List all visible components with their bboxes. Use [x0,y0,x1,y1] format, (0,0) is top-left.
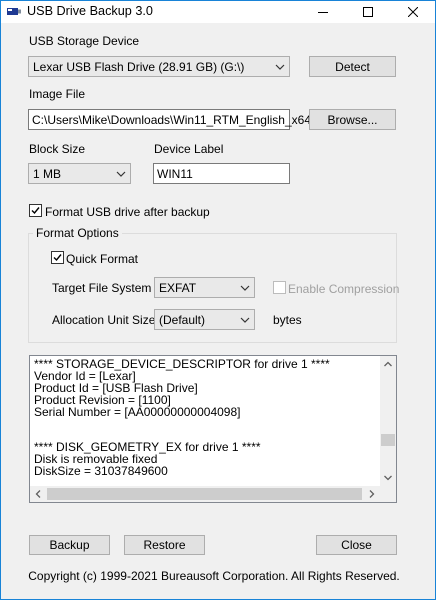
target-fs-label: Target File System [52,281,152,295]
allocation-unit-label: Allocation Unit Size [52,313,156,327]
block-size-value: 1 MB [33,167,62,181]
format-options-title: Format Options [33,226,122,240]
device-label-label: Device Label [154,142,224,156]
chevron-down-icon [240,317,250,323]
app-window: USB Drive Backup 3.0 USB Storage Device … [0,0,436,600]
restore-button[interactable]: Restore [124,535,205,555]
log-lines: **** STORAGE_DEVICE_DESCRIPTOR for drive… [34,359,380,485]
target-fs-value: EXFAT [159,281,197,295]
chevron-down-icon [275,64,285,70]
scrollbar-corner [380,486,396,502]
scroll-down-icon[interactable] [380,470,396,486]
chevron-down-icon [116,171,126,177]
log-line: Serial Number = [AA00000000004098] [34,404,241,419]
minimize-icon [317,12,328,13]
chevron-down-icon [240,285,250,291]
scroll-left-icon[interactable] [30,486,46,502]
allocation-unit-value: (Default) [159,313,206,327]
scroll-up-icon[interactable] [380,356,396,372]
detect-button[interactable]: Detect [309,56,396,77]
image-file-label: Image File [29,87,86,101]
format-after-backup-label: Format USB drive after backup [45,205,210,219]
horizontal-scroll-thumb[interactable] [47,488,362,500]
usb-device-value: Lexar USB Flash Drive (28.91 GB) (G:\) [33,60,245,74]
block-size-select[interactable]: 1 MB [28,163,131,184]
quick-format-label: Quick Format [66,252,139,266]
allocation-unit-select[interactable]: (Default) [154,309,255,330]
image-file-path: C:\Users\Mike\Downloads\Win11_RTM_Englis… [32,113,330,127]
target-fs-select[interactable]: EXFAT [154,277,255,298]
log-line: DiskSize = 31037849600 [34,464,168,479]
enable-compression-label: Enable Compression [288,282,400,296]
maximize-button[interactable] [345,1,390,23]
block-size-label: Block Size [29,142,86,156]
usb-drive-icon [7,8,21,15]
allocation-unit-suffix: bytes [273,313,302,327]
minimize-button[interactable] [300,1,345,23]
device-label-value: WIN11 [157,167,193,181]
maximize-icon [362,7,373,17]
enable-compression-checkbox[interactable] [273,281,286,294]
copyright-text: Copyright (c) 1999-2021 Bureausoft Corpo… [28,569,400,583]
close-button[interactable]: Close [316,535,397,555]
scroll-right-icon[interactable] [364,486,380,502]
vertical-scroll-thumb[interactable] [381,434,395,446]
usb-device-select[interactable]: Lexar USB Flash Drive (28.91 GB) (G:\) [28,56,290,77]
backup-button[interactable]: Backup [29,535,110,555]
browse-button[interactable]: Browse... [309,109,396,130]
horizontal-scrollbar[interactable] [30,486,380,502]
device-label-input[interactable]: WIN11 [153,163,290,184]
window-title: USB Drive Backup 3.0 [27,4,153,18]
vertical-scrollbar[interactable] [380,356,396,486]
log-output[interactable]: **** STORAGE_DEVICE_DESCRIPTOR for drive… [29,355,397,503]
quick-format-checkbox[interactable] [51,251,64,264]
usb-device-label: USB Storage Device [29,34,140,48]
close-icon [407,7,418,17]
title-bar[interactable]: USB Drive Backup 3.0 [1,1,435,23]
checkmark-icon [31,207,40,215]
checkmark-icon [53,254,62,262]
close-window-button[interactable] [390,1,435,23]
format-after-backup-checkbox[interactable] [29,204,42,217]
image-file-input[interactable]: C:\Users\Mike\Downloads\Win11_RTM_Englis… [28,109,330,130]
